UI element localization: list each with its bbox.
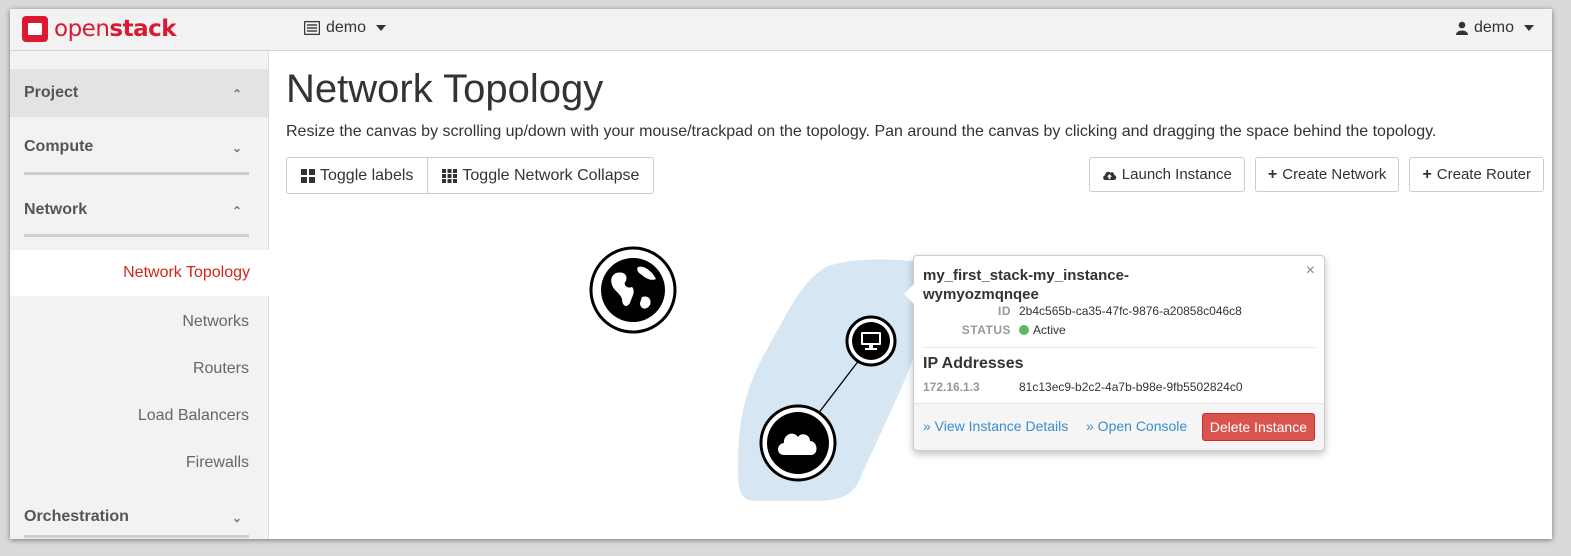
sidebar-item-firewalls[interactable]: Firewalls [10, 440, 268, 486]
globe-icon[interactable] [589, 246, 677, 334]
instance-name-line2: wymyozmqnqee [923, 286, 1039, 303]
monitor-icon[interactable] [845, 315, 897, 367]
create-network-button[interactable]: + Create Network [1254, 157, 1400, 192]
instance-status-row: STATUS Active [914, 323, 1324, 339]
instance-id-label: ID [998, 304, 1011, 318]
logo-text-stack: stack [109, 16, 177, 42]
toggle-collapse-label: Toggle Network Collapse [462, 166, 640, 184]
view-instance-details-link[interactable]: » View Instance Details [923, 418, 1068, 434]
instance-name: my_first_stack-my_instance- wymyozmqnqee [923, 266, 1263, 304]
instance-id-value: 2b4c565b-ca35-47fc-9876-a20858c046c8 [1019, 304, 1242, 318]
instance-name-line1: my_first_stack-my_instance- [923, 267, 1129, 284]
instance-status-value: Active [1019, 323, 1066, 337]
sidebar-section-label: Compute [24, 138, 94, 155]
delete-instance-button[interactable]: Delete Instance [1201, 413, 1315, 441]
popup-divider [923, 347, 1315, 348]
openstack-logo[interactable]: openstack [22, 13, 177, 45]
plus-icon: + [1422, 165, 1432, 183]
port-id: 81c13ec9-b2c2-4a7b-b98e-9fb5502824c0 [1019, 380, 1243, 394]
sidebar-section-label: Orchestration [24, 508, 129, 525]
open-console-link[interactable]: » Open Console [1086, 418, 1187, 434]
top-navbar: openstack demo demo [10, 9, 1552, 51]
toggle-button-group: Toggle labels Toggle Network Collapse [286, 157, 655, 194]
caret-down-icon [376, 25, 387, 31]
main-content: Network Topology Resize the canvas by sc… [286, 51, 1552, 539]
page-title: Network Topology [286, 67, 604, 111]
launch-instance-button[interactable]: Launch Instance [1088, 157, 1245, 192]
status-active-icon [1019, 325, 1029, 335]
chevron-up-icon: ⌃ [231, 87, 242, 101]
cloud-icon[interactable] [759, 404, 837, 482]
toggle-network-collapse-button[interactable]: Toggle Network Collapse [428, 157, 655, 194]
sidebar-section-label: Network [24, 201, 88, 218]
sidebar: Project ⌃ Compute ⌄ Network ⌃ Network To… [10, 51, 269, 539]
chevron-down-icon: ⌄ [231, 511, 242, 525]
network-shape[interactable] [738, 259, 926, 501]
sidebar-section-project[interactable]: Project ⌃ [10, 69, 268, 117]
ip-addresses-heading: IP Addresses [923, 355, 1024, 372]
launch-instance-label: Launch Instance [1121, 166, 1232, 183]
sidebar-section-label: Project [24, 84, 79, 101]
user-icon [1455, 21, 1468, 35]
project-switcher-label: demo [326, 19, 367, 36]
plus-icon: + [1267, 165, 1278, 183]
instance-details-popup: × my_first_stack-my_instance- wymyozmqnq… [904, 255, 1325, 451]
project-switcher[interactable]: demo [304, 19, 387, 37]
chevron-down-icon: ⌄ [231, 141, 242, 155]
instance-id-row: ID 2b4c565b-ca35-47fc-9876-a20858c046c8 [914, 304, 1324, 320]
create-router-button[interactable]: + Create Router [1409, 157, 1544, 192]
ip-address-row: 172.16.1.3 81c13ec9-b2c2-4a7b-b98e-9fb55… [923, 380, 1243, 394]
caret-down-icon [1524, 25, 1534, 31]
sidebar-item-load-balancers[interactable]: Load Balancers [10, 393, 268, 439]
close-icon[interactable]: × [1306, 262, 1315, 280]
status-text: Active [1033, 323, 1066, 337]
th-icon [442, 168, 458, 183]
popup-footer: » View Instance Details » Open Console D… [914, 403, 1324, 450]
instance-status-label: STATUS [961, 323, 1011, 337]
sidebar-item-networks[interactable]: Networks [10, 299, 268, 345]
sidebar-section-orchestration[interactable]: Orchestration ⌄ [10, 493, 268, 539]
sidebar-section-network[interactable]: Network ⌃ [10, 186, 268, 234]
chevron-up-icon: ⌃ [231, 204, 242, 218]
page-description: Resize the canvas by scrolling up/down w… [286, 123, 1437, 140]
th-large-icon [301, 168, 315, 183]
ip-address: 172.16.1.3 [923, 380, 980, 394]
cloud-upload-icon [1103, 171, 1117, 180]
create-router-label: Create Router [1436, 166, 1531, 183]
logo-text-open: open [54, 16, 110, 42]
topology-canvas[interactable]: × my_first_stack-my_instance- wymyozmqnq… [286, 201, 1552, 539]
popup-arrow [904, 284, 914, 304]
toggle-labels-label: Toggle labels [320, 166, 414, 184]
user-menu-label: demo [1473, 19, 1514, 36]
section-divider [24, 172, 249, 175]
section-divider [24, 535, 249, 538]
app-window: openstack demo demo Project ⌃ Compute ⌄ … [10, 9, 1552, 539]
toggle-labels-button[interactable]: Toggle labels [286, 157, 429, 194]
user-menu[interactable]: demo [1455, 19, 1534, 37]
create-network-label: Create Network [1282, 166, 1387, 183]
list-icon [304, 21, 320, 35]
section-divider [24, 234, 249, 237]
sidebar-section-compute[interactable]: Compute ⌄ [10, 123, 268, 171]
sidebar-item-routers[interactable]: Routers [10, 346, 268, 392]
openstack-logo-icon [22, 16, 48, 42]
action-buttons: Launch Instance + Create Network + Creat… [1088, 157, 1544, 192]
sidebar-item-network-topology[interactable]: Network Topology [10, 250, 269, 296]
